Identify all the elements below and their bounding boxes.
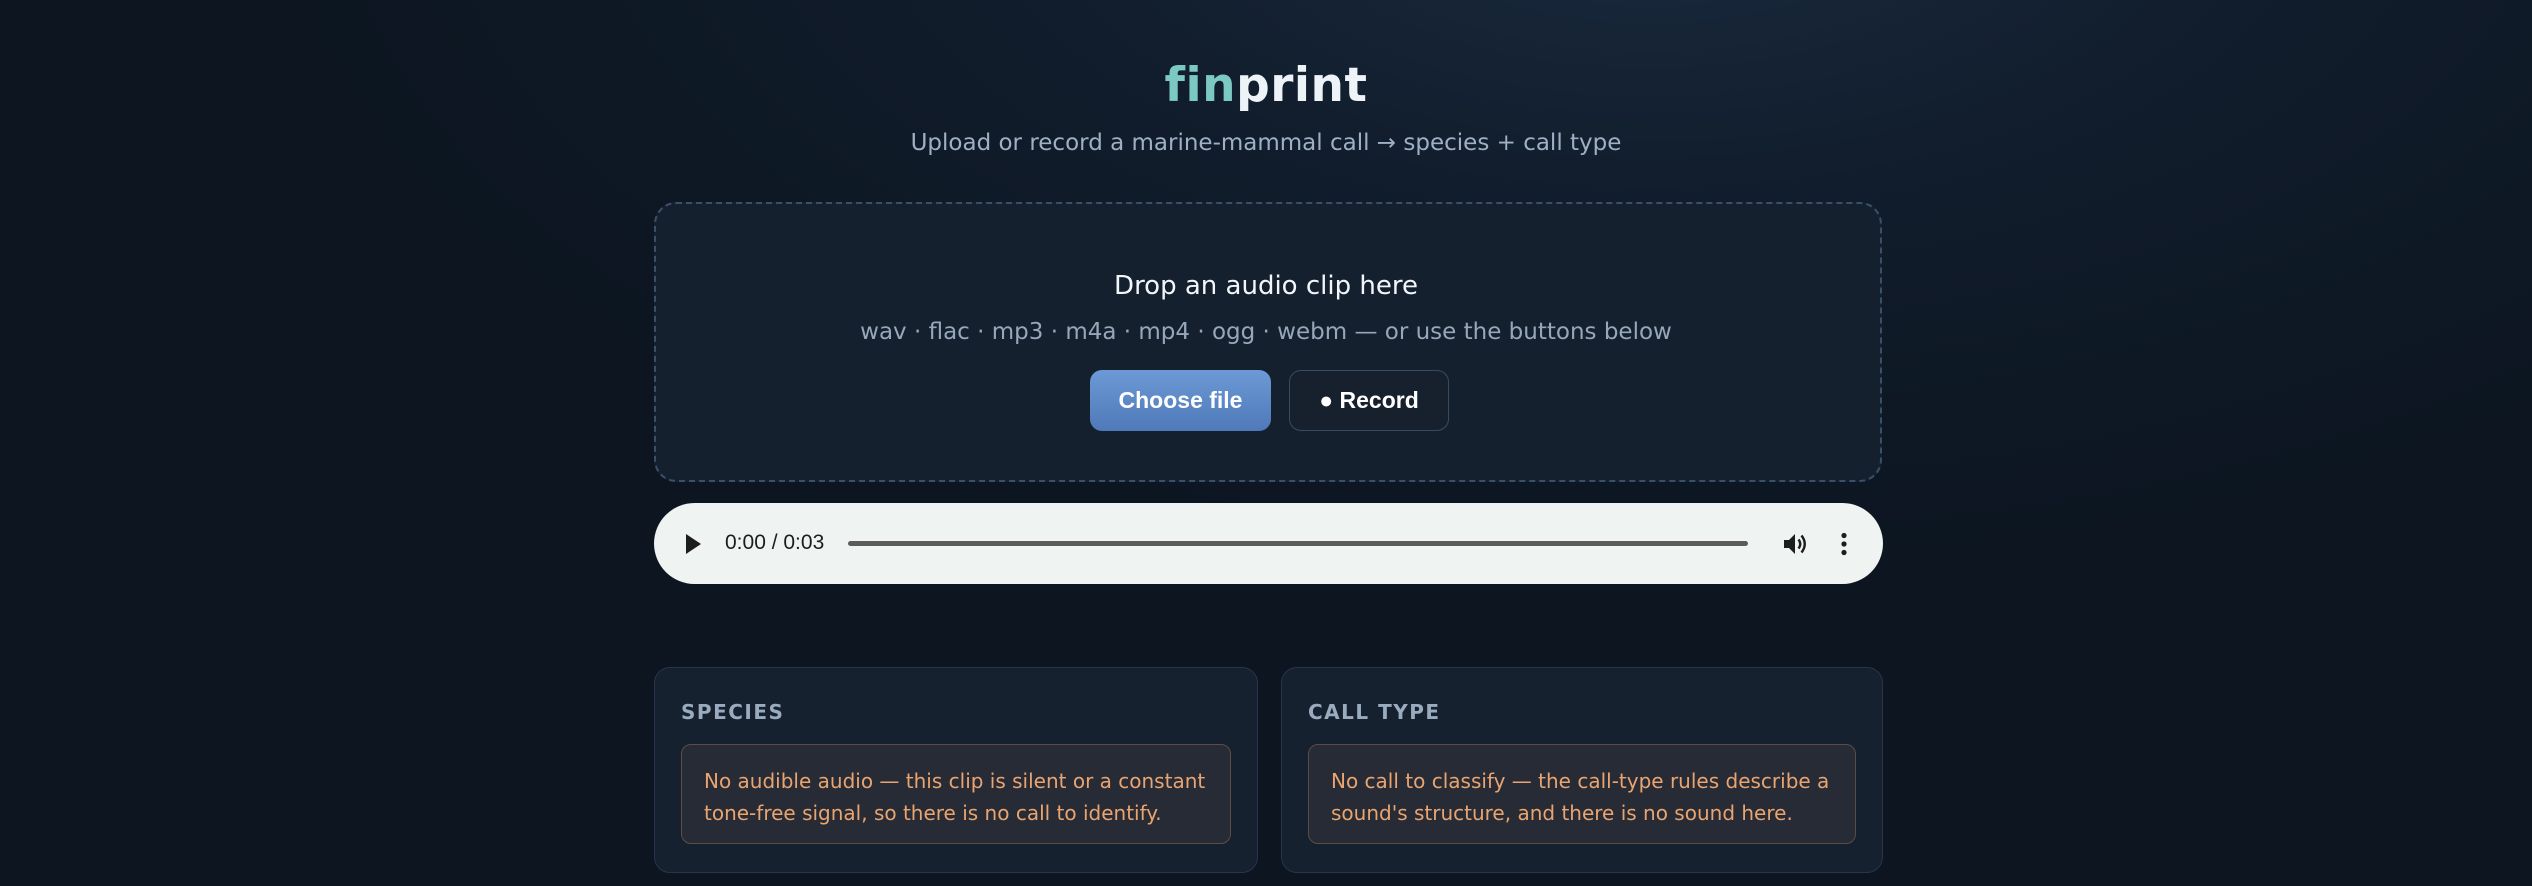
call-type-card: CALL TYPE No call to classify — the call… — [1281, 667, 1883, 873]
call-type-notice: No call to classify — the call-type rule… — [1308, 744, 1856, 844]
more-options-icon[interactable] — [1840, 532, 1848, 556]
logo-fin: fin — [1164, 58, 1237, 113]
volume-icon[interactable] — [1783, 532, 1809, 556]
playback-time: 0:00 / 0:03 — [725, 531, 825, 554]
species-notice: No audible audio — this clip is silent o… — [681, 744, 1231, 844]
choose-file-button[interactable]: Choose file — [1090, 370, 1271, 431]
page-subtitle: Upload or record a marine-mammal call → … — [910, 130, 1622, 156]
seek-bar[interactable] — [848, 541, 1748, 546]
species-card: SPECIES No audible audio — this clip is … — [654, 667, 1258, 873]
dropzone-formats: wav · flac · mp3 · m4a · mp4 · ogg · web… — [860, 319, 1672, 345]
dropzone-title: Drop an audio clip here — [1114, 271, 1418, 301]
call-type-heading: CALL TYPE — [1308, 700, 1441, 724]
logo-print: print — [1236, 58, 1368, 113]
app-logo: finprint — [0, 54, 2532, 118]
record-button[interactable]: ● Record — [1289, 370, 1449, 431]
species-heading: SPECIES — [681, 700, 785, 724]
play-icon[interactable] — [686, 534, 701, 554]
